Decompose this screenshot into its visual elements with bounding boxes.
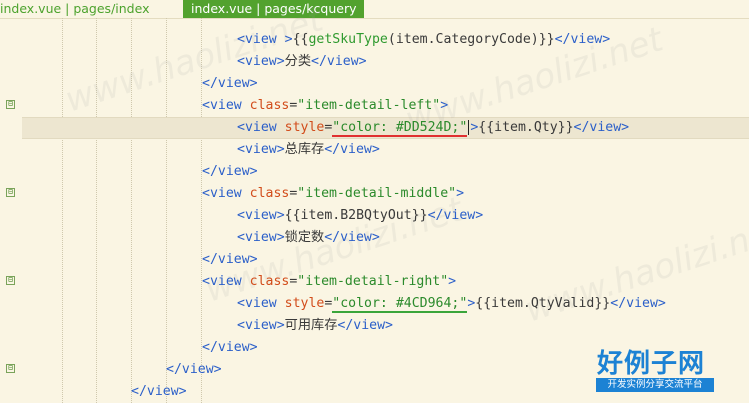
code-line: <view>总库存</view>	[237, 142, 380, 157]
code-line: <view>可用库存</view>	[237, 318, 393, 333]
code-line: <view class="item-detail-left">	[202, 98, 449, 113]
code-line: <view class="item-detail-middle">	[202, 186, 465, 201]
indent-guide	[166, 18, 167, 403]
code-line: </view>	[202, 76, 258, 91]
code-line: <view>分类</view>	[237, 54, 367, 69]
code-line: </view>	[166, 362, 222, 377]
logo-subtitle: 开发实例分享交流平台	[596, 378, 714, 392]
code-line: </view>	[202, 164, 258, 179]
indent-guide	[62, 18, 63, 403]
code-line: </view>	[202, 252, 258, 267]
code-line: <view style="color: #4CD964;">{{item.Qty…	[237, 296, 666, 313]
tab-index-pages-kcquery[interactable]: index.vue | pages/kcquery	[183, 0, 365, 18]
fold-toggle-icon[interactable]: ⊟	[6, 364, 15, 373]
indent-guide	[96, 18, 97, 403]
indent-guide	[131, 18, 132, 403]
code-line: <view class="item-detail-right">	[202, 274, 457, 289]
code-line: <view >{{getSkuType(item.CategoryCode)}}…	[237, 32, 611, 47]
logo-title: 好例子网	[597, 349, 706, 379]
code-line-current: <view style="color: #DD524D;" >{{item.Qty…	[237, 119, 630, 137]
fold-toggle-icon[interactable]: ⊟	[6, 100, 15, 109]
code-line: </view>	[131, 384, 187, 399]
fold-toggle-icon[interactable]: ⊟	[6, 276, 15, 285]
site-logo: 好例子网 开发实例分享交流平台	[592, 343, 749, 403]
code-line: <view>锁定数</view>	[237, 230, 380, 245]
code-line: <view>{{item.B2BQtyOut}}</view>	[237, 208, 484, 223]
tab-index-pages-index[interactable]: index.vue | pages/index	[0, 0, 155, 18]
code-line: </view>	[202, 340, 258, 355]
editor-gutter: ⊟ ⊟ ⊟ ⊟	[0, 18, 22, 403]
editor-tab-bar: index.vue | pages/index index.vue | page…	[0, 0, 749, 19]
fold-toggle-icon[interactable]: ⊟	[6, 188, 15, 197]
